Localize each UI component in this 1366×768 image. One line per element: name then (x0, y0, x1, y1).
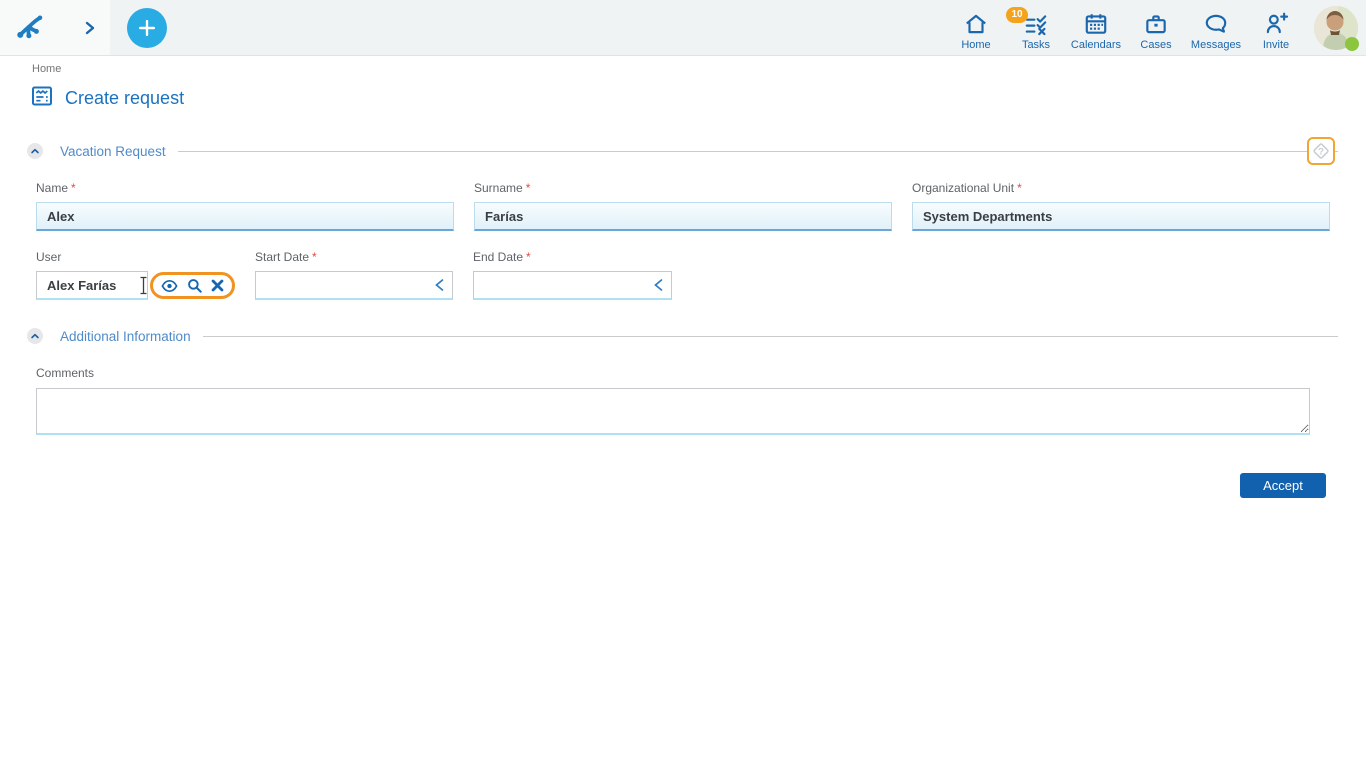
org-unit-field-group: Organizational Unit * (912, 181, 1330, 231)
online-status-dot (1345, 36, 1359, 51)
required-marker: * (525, 181, 531, 195)
message-icon (1203, 10, 1229, 38)
invite-icon (1263, 10, 1289, 38)
section-divider (177, 150, 1338, 152)
help-button[interactable]: ? (1307, 137, 1335, 165)
nav-label: Home (961, 38, 991, 51)
nav-label: Calendars (1070, 38, 1122, 51)
user-avatar[interactable] (1314, 5, 1359, 51)
end-date-label: End Date * (473, 250, 531, 264)
request-form-icon (30, 84, 54, 113)
collapse-section-button[interactable] (27, 143, 43, 159)
bizagi-logo-icon[interactable] (14, 13, 44, 43)
user-input[interactable] (36, 271, 148, 300)
form-row-2: User Alex Farías Start Date * End Date * (36, 250, 1330, 300)
name-label: Name * (36, 181, 76, 195)
surname-input[interactable] (474, 202, 892, 231)
required-marker: * (71, 181, 76, 195)
start-date-label: Start Date * (255, 250, 317, 264)
actions-row: Accept (36, 473, 1330, 498)
start-date-field-group: Start Date * (255, 250, 453, 300)
search-user-icon[interactable] (187, 278, 202, 293)
nav-item-home[interactable]: Home (946, 10, 1006, 51)
section-divider (202, 335, 1338, 337)
page-header: Create request (30, 84, 1330, 113)
section-title: Additional Information (60, 328, 191, 344)
user-input-row (36, 271, 235, 300)
end-date-picker-chevron-icon[interactable] (652, 278, 665, 292)
nav-label: Invite (1262, 38, 1290, 51)
section-vacation-request: Vacation Request (27, 143, 1338, 159)
user-field-group: User (36, 250, 235, 300)
breadcrumb[interactable]: Home (32, 63, 1330, 75)
required-marker: * (312, 250, 317, 264)
org-unit-input[interactable] (912, 202, 1330, 231)
surname-field-group: Surname * (474, 181, 892, 231)
accept-button[interactable]: Accept (1240, 473, 1326, 498)
start-date-input[interactable] (255, 271, 453, 300)
collapse-section-button[interactable] (27, 328, 43, 344)
user-label: User (36, 250, 62, 264)
nav-item-cases[interactable]: Cases (1126, 10, 1186, 51)
briefcase-icon (1143, 10, 1169, 38)
required-marker: * (526, 250, 531, 264)
name-field-group: Name * (36, 181, 454, 231)
new-case-button[interactable] (127, 7, 167, 48)
top-nav: Home 10 Tasks Calendars Cases Messages I… (946, 5, 1306, 51)
sidebar-expand-chevron-icon[interactable] (84, 21, 96, 35)
comments-textarea[interactable] (36, 388, 1310, 435)
top-bar: Home 10 Tasks Calendars Cases Messages I… (0, 0, 1366, 56)
nav-item-tasks[interactable]: 10 Tasks (1006, 6, 1066, 51)
svg-text:?: ? (1318, 146, 1324, 157)
surname-label: Surname * (474, 181, 531, 195)
user-picker-highlight (150, 272, 235, 299)
nav-item-calendars[interactable]: Calendars (1066, 10, 1126, 51)
main-content: Home Create request ? Vacation Request N… (0, 56, 1366, 498)
end-date-wrap (473, 271, 672, 300)
end-date-input[interactable] (473, 271, 672, 300)
home-icon (963, 10, 989, 38)
end-date-field-group: End Date * (473, 250, 672, 300)
nav-label: Messages (1190, 38, 1242, 51)
section-title: Vacation Request (60, 143, 166, 159)
name-input[interactable] (36, 202, 454, 231)
org-unit-label: Organizational Unit * (912, 181, 1022, 195)
user-input-wrap (36, 271, 148, 300)
required-marker: * (1017, 181, 1022, 195)
form-row-1: Name* Surname* Organizational Unit* (36, 181, 1330, 231)
nav-item-messages[interactable]: Messages (1186, 10, 1246, 51)
nav-item-invite[interactable]: Invite (1246, 10, 1306, 51)
nav-label: Tasks (1021, 38, 1051, 51)
clear-user-icon[interactable] (211, 279, 224, 292)
tasks-count-badge: 10 (1006, 6, 1028, 23)
logo-zone (0, 0, 110, 55)
page-title: Create request (65, 88, 185, 108)
section-additional-information: Additional Information (27, 328, 1338, 344)
comments-label: Comments (36, 366, 95, 380)
calendar-icon (1083, 10, 1109, 38)
view-user-eye-icon[interactable] (161, 279, 178, 293)
start-date-wrap (255, 271, 453, 300)
start-date-picker-chevron-icon[interactable] (433, 278, 446, 292)
nav-label: Cases (1140, 38, 1172, 51)
